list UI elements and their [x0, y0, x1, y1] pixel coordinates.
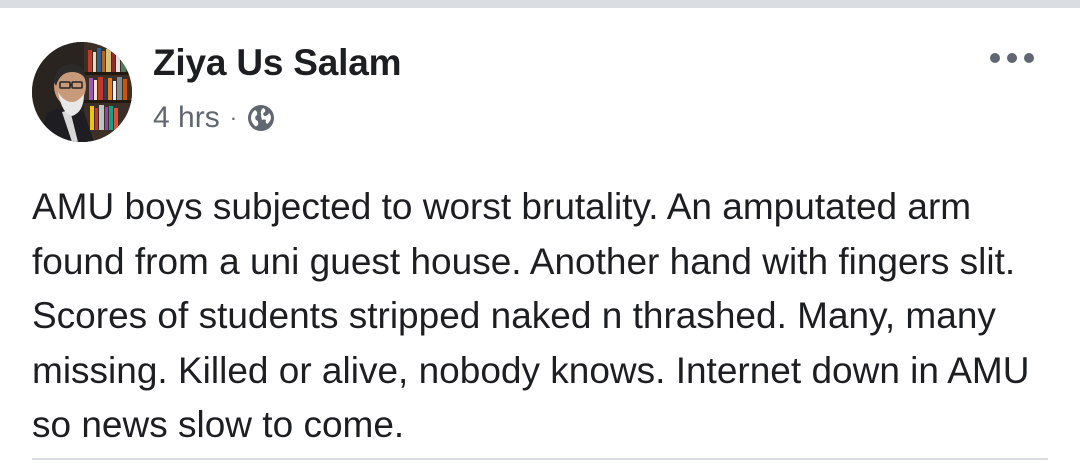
feed-page: Ziya Us Salam 4 hrs · AMU boys subjected…	[0, 0, 1080, 474]
more-options-button[interactable]	[990, 46, 1034, 70]
post-card: Ziya Us Salam 4 hrs · AMU boys subjected…	[0, 8, 1080, 474]
post-body-text: AMU boys subjected to worst brutality. A…	[32, 186, 1030, 445]
meta-separator: ·	[229, 105, 238, 130]
more-horizontal-icon	[990, 53, 1000, 63]
more-horizontal-icon	[1024, 53, 1034, 63]
post-meta: 4 hrs ·	[153, 98, 276, 138]
globe-icon[interactable]	[246, 103, 276, 133]
post-divider	[32, 458, 1048, 460]
author-avatar[interactable]	[32, 42, 132, 142]
feed-separator	[0, 0, 1080, 8]
profile-photo	[32, 42, 132, 142]
more-horizontal-icon	[1007, 53, 1017, 63]
post-timestamp[interactable]: 4 hrs	[153, 101, 220, 135]
author-name[interactable]: Ziya Us Salam	[153, 42, 402, 84]
